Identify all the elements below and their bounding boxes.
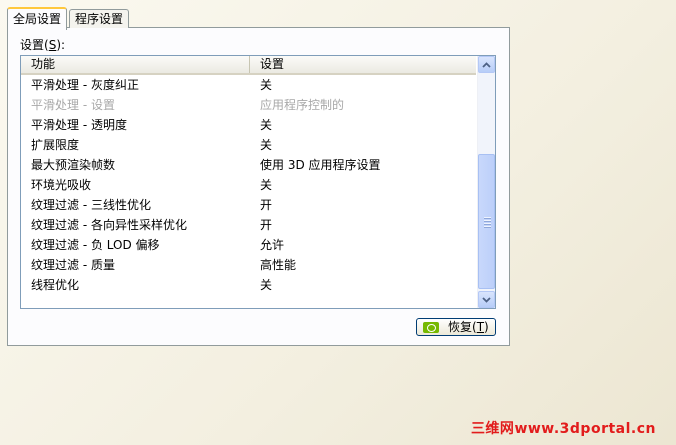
tab-global-settings[interactable]: 全局设置 <box>7 7 68 30</box>
scroll-up-button[interactable] <box>478 56 495 73</box>
tab-bar: 全局设置 程序设置 <box>7 6 130 30</box>
row-feature: 纹理过滤 - 三线性优化 <box>31 198 151 212</box>
restore-label-text: 恢复 <box>448 320 473 334</box>
row-setting: 关 <box>260 278 273 292</box>
row-feature: 平滑处理 - 透明度 <box>31 118 127 132</box>
row-setting: 允许 <box>260 238 285 252</box>
list-row[interactable]: 纹理过滤 - 各向异性采样优化 开 <box>21 215 476 235</box>
list-row[interactable]: 最大预渲染帧数 使用 3D 应用程序设置 <box>21 155 476 175</box>
list-rows: 平滑处理 - 灰度纠正关 平滑处理 - 设置 应用程序控制的 平滑处理 - 透明度… <box>21 75 476 295</box>
watermark-cn: 三维网 <box>470 421 515 437</box>
scroll-down-button[interactable] <box>478 291 495 308</box>
settings-label: 设置(S): <box>20 36 65 53</box>
row-feature: 环境光吸收 <box>31 178 92 192</box>
row-setting: 开 <box>260 198 273 212</box>
list-row[interactable]: 纹理过滤 - 质量 高性能 <box>21 255 476 275</box>
nvidia-logo-icon <box>423 321 439 333</box>
settings-panel: 设置(S): 功能 设置 平滑处理 - 灰度纠正关 平滑处理 - 设置 应用程序控… <box>7 27 510 346</box>
row-feature: 平滑处理 - 设置 <box>31 98 115 112</box>
chevron-up-icon <box>482 62 491 68</box>
row-setting: 关 <box>260 178 273 192</box>
scrollbar-grip <box>484 217 491 229</box>
row-feature: 平滑处理 - 灰度纠正 <box>31 78 139 92</box>
row-setting: 使用 3D 应用程序设置 <box>260 158 381 172</box>
row-feature: 纹理过滤 - 负 LOD 偏移 <box>31 238 160 252</box>
row-setting: 高性能 <box>260 258 297 272</box>
list-row[interactable]: 纹理过滤 - 三线性优化 开 <box>21 195 476 215</box>
row-feature: 扩展限度 <box>31 138 80 152</box>
list-row[interactable]: 平滑处理 - 透明度 关 <box>21 115 476 135</box>
chevron-down-icon <box>482 297 491 303</box>
list-row[interactable]: 线程优化 关 <box>21 275 476 295</box>
restore-label-mnemonic: T <box>476 320 485 334</box>
row-setting: 应用程序控制的 <box>260 98 345 112</box>
watermark: 三维网www.3dportal.cn <box>471 418 656 438</box>
scrollbar-thumb[interactable] <box>478 154 495 289</box>
list-row[interactable]: 平滑处理 - 灰度纠正 关 <box>21 75 476 95</box>
watermark-url: www.3dportal.cn <box>514 421 656 437</box>
list-row[interactable]: 环境光吸收 关 <box>21 175 476 195</box>
list-row[interactable]: 扩展限度 关 <box>21 135 476 155</box>
row-feature: 线程优化 <box>31 278 80 292</box>
row-setting: 关 <box>260 78 273 92</box>
row-setting: 开 <box>260 218 273 232</box>
list-header: 功能 设置 <box>21 56 476 75</box>
tab-program-settings[interactable]: 程序设置 <box>69 9 130 28</box>
row-feature: 纹理过滤 - 质量 <box>31 258 115 272</box>
settings-label-text: 设置 <box>20 38 45 52</box>
restore-button-label: 恢复(T) <box>448 319 489 335</box>
row-feature: 纹理过滤 - 各向异性采样优化 <box>31 218 187 232</box>
restore-label-close: ) <box>484 320 489 334</box>
column-header-setting[interactable]: 设置 <box>250 56 476 73</box>
column-header-feature[interactable]: 功能 <box>21 56 250 73</box>
settings-list[interactable]: 功能 设置 平滑处理 - 灰度纠正关 平滑处理 - 设置 应用程序控制的 平滑处理… <box>20 55 496 309</box>
row-setting: 关 <box>260 138 273 152</box>
restore-button[interactable]: 恢复(T) <box>416 318 496 336</box>
vertical-scrollbar[interactable] <box>477 56 495 308</box>
settings-label-close: ): <box>56 38 66 52</box>
row-setting: 关 <box>260 118 273 132</box>
row-feature: 最大预渲染帧数 <box>31 158 116 172</box>
list-row[interactable]: 纹理过滤 - 负 LOD 偏移 允许 <box>21 235 476 255</box>
list-row[interactable]: 平滑处理 - 设置 应用程序控制的 <box>21 95 476 115</box>
